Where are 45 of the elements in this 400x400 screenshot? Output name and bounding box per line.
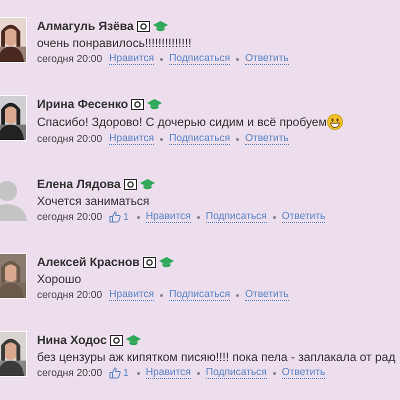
id-card-icon — [131, 98, 144, 110]
thumbs-up-icon[interactable] — [109, 367, 122, 379]
author-name[interactable]: Нина Ходос — [37, 333, 107, 347]
id-card-icon — [124, 178, 137, 190]
action-link[interactable]: Подписаться — [169, 289, 230, 301]
comment-time: сегодня 20:00 — [37, 212, 102, 222]
id-card-icon — [110, 334, 123, 346]
action-link[interactable]: Нравится — [109, 289, 154, 301]
graduation-cap-icon — [140, 178, 155, 190]
action-link[interactable]: Нравится — [146, 211, 191, 223]
comment-time: сегодня 20:00 — [37, 368, 102, 378]
comment-text: очень понравилось!!!!!!!!!!!!!! — [37, 36, 192, 50]
action-link[interactable]: Ответить — [282, 367, 326, 379]
author-name[interactable]: Алексей Краснов — [37, 255, 140, 269]
action-link[interactable]: Подписаться — [206, 367, 267, 379]
author-name[interactable]: Алмагуль Язёва — [37, 19, 134, 33]
action-link[interactable]: Подписаться — [206, 211, 267, 223]
action-link[interactable]: Ответить — [245, 133, 289, 145]
thumbs-up-icon[interactable] — [109, 211, 122, 223]
action-link[interactable]: Ответить — [282, 211, 326, 223]
action-link[interactable]: Подписаться — [169, 53, 230, 65]
action-link[interactable]: Нравится — [109, 133, 154, 145]
graduation-cap-icon — [158, 256, 174, 268]
smiley-icon — [326, 114, 343, 130]
graduation-cap-icon — [126, 334, 141, 346]
action-link[interactable]: Нравится — [109, 53, 154, 65]
like-count: 1 — [123, 368, 129, 378]
action-link[interactable]: Нравится — [146, 367, 191, 379]
comment-text: Хочется заниматься — [37, 194, 150, 208]
like-count: 1 — [123, 212, 129, 222]
graduation-cap-icon — [152, 20, 168, 32]
id-card-icon — [136, 20, 150, 32]
comment-text: Хорошо — [37, 272, 82, 286]
comment-time: сегодня 20:00 — [37, 134, 102, 144]
comment-time: сегодня 20:00 — [37, 290, 102, 300]
author-name[interactable]: Елена Лядова — [37, 177, 121, 191]
author-name[interactable]: Ирина Фесенко — [37, 97, 128, 111]
comment-text: Спасибо! Здорово! С дочерью сидим и всё пробуем — [37, 115, 327, 129]
comment-time: сегодня 20:00 — [37, 54, 102, 64]
id-card-icon — [142, 256, 156, 268]
action-link[interactable]: Ответить — [245, 289, 289, 301]
action-link[interactable]: Подписаться — [169, 133, 230, 145]
graduation-cap-icon — [147, 98, 162, 110]
comment-text: без цензуры аж кипятком писяю!!!! пока пела - заплакала от рад — [37, 350, 396, 364]
action-link[interactable]: Ответить — [245, 53, 289, 65]
